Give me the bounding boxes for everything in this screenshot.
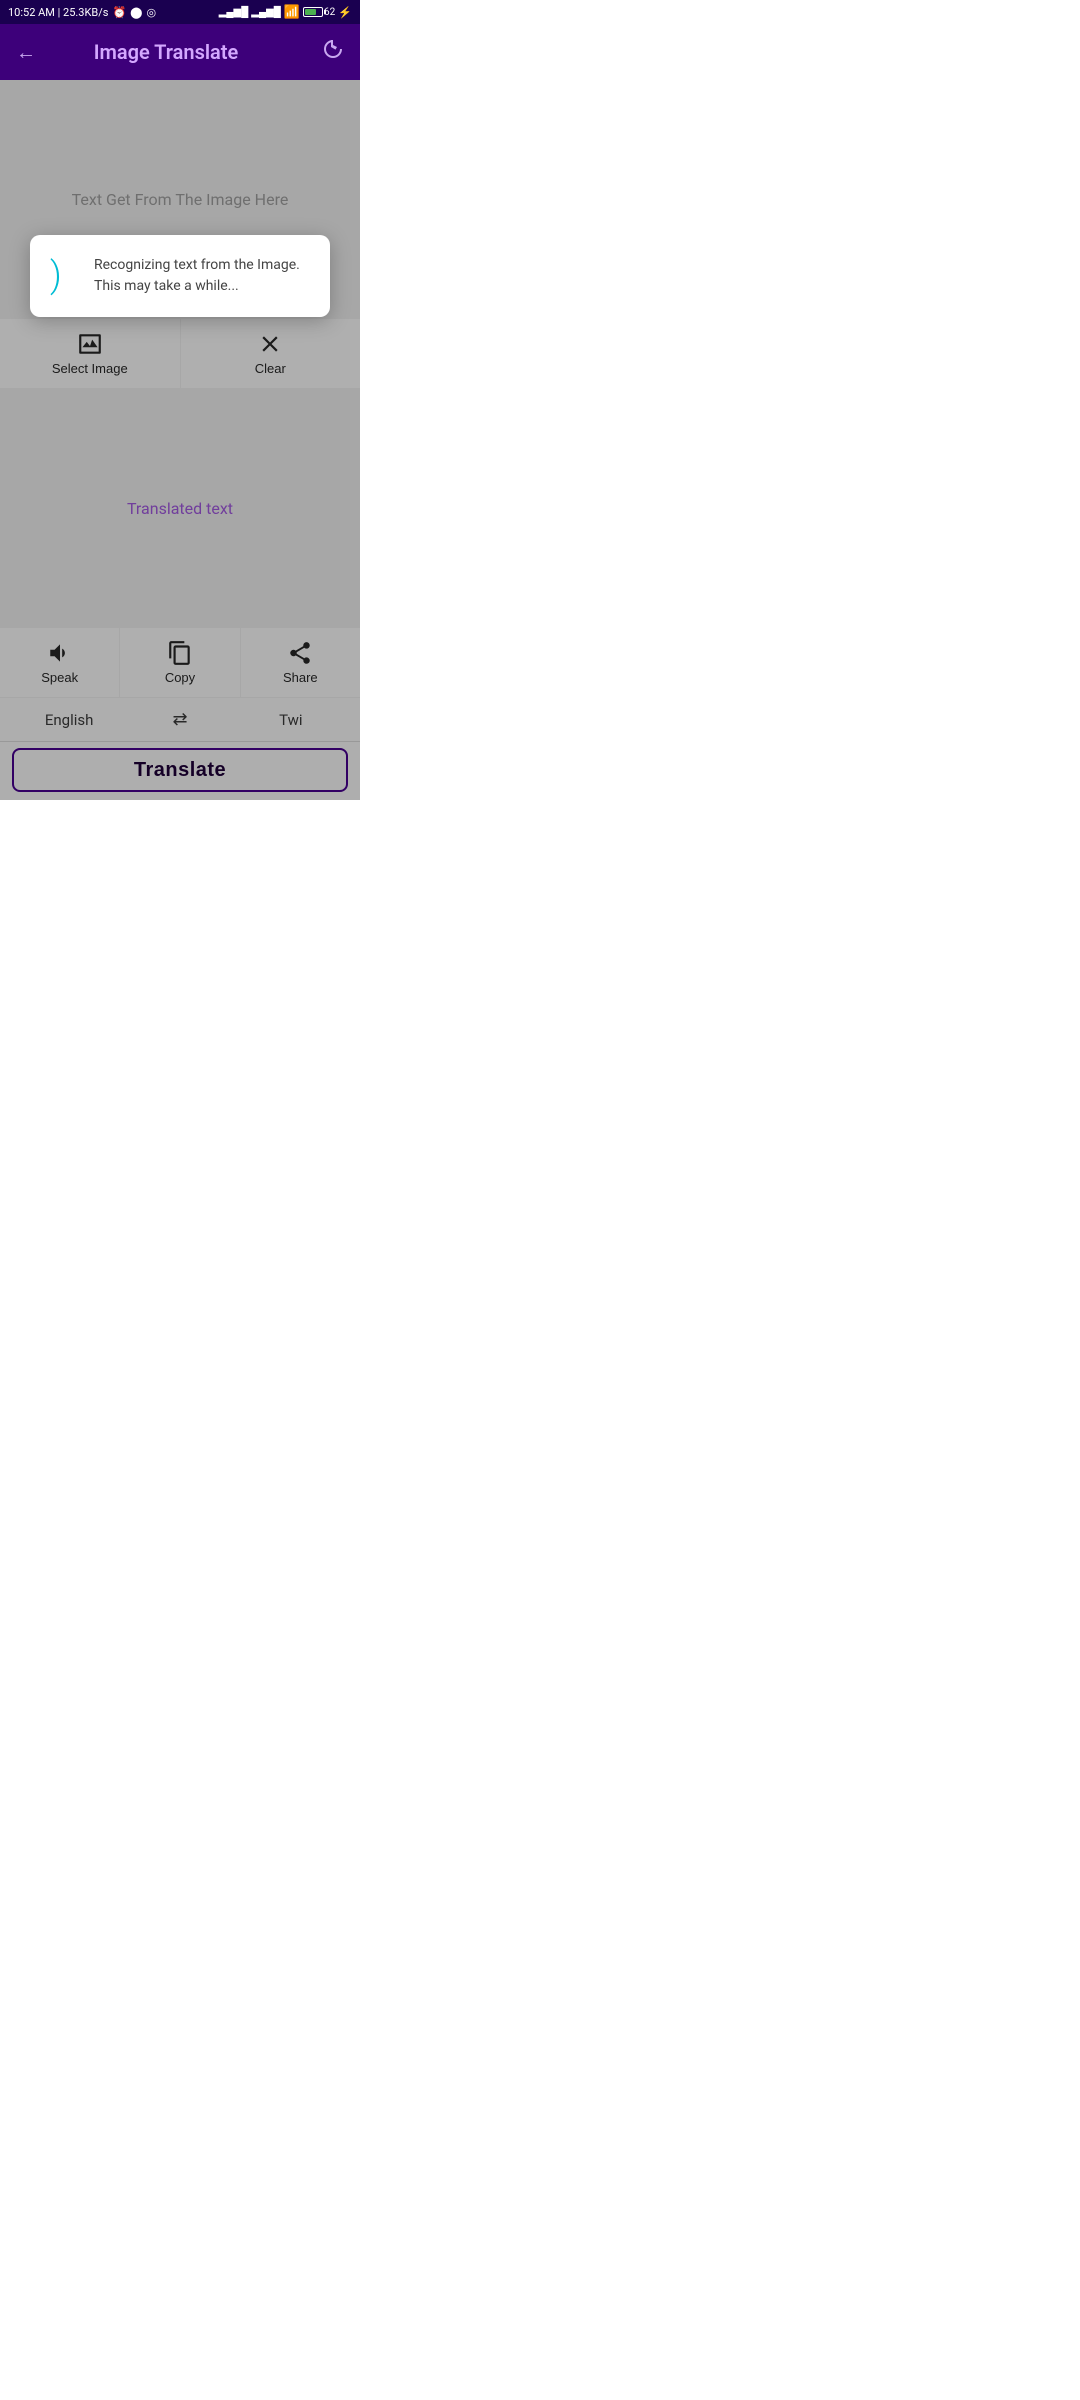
loading-dialog: Recognizing text from the Image. This ma…	[30, 235, 330, 317]
dialog-line2: This may take a while...	[94, 278, 239, 294]
circle2-icon: ◎	[146, 6, 156, 19]
battery-container: 62	[303, 7, 335, 18]
app-bar-title: Image Translate	[12, 40, 320, 64]
signal2-icon: ▂▄▆█	[251, 7, 281, 18]
app-bar: ← Image Translate	[0, 24, 360, 80]
alarm-icon: ⏰	[112, 6, 126, 19]
status-bar: 10:52 AM | 25.3KB/s ⏰ ⬤ ◎ ▂▄▆█ ▂▄▆█ 📶 62…	[0, 0, 360, 24]
circle-icon: ⬤	[130, 6, 142, 19]
battery-icon	[303, 7, 323, 17]
status-left: 10:52 AM | 25.3KB/s ⏰ ⬤ ◎	[8, 6, 156, 19]
signal-icon: ▂▄▆█	[219, 7, 249, 18]
loading-spinner	[46, 260, 78, 292]
history-button[interactable]	[320, 37, 344, 67]
status-time: 10:52 AM | 25.3KB/s	[8, 6, 108, 19]
main-content: Text Get From The Image Here Select Imag…	[0, 80, 360, 800]
dialog-line1: Recognizing text from the Image.	[94, 257, 300, 273]
loading-dialog-overlay: Recognizing text from the Image. This ma…	[0, 80, 360, 800]
wifi-icon: 📶	[284, 5, 300, 20]
dialog-message: Recognizing text from the Image. This ma…	[94, 255, 300, 297]
charging-icon: ⚡	[338, 6, 352, 19]
status-right: ▂▄▆█ ▂▄▆█ 📶 62 ⚡	[219, 5, 352, 20]
